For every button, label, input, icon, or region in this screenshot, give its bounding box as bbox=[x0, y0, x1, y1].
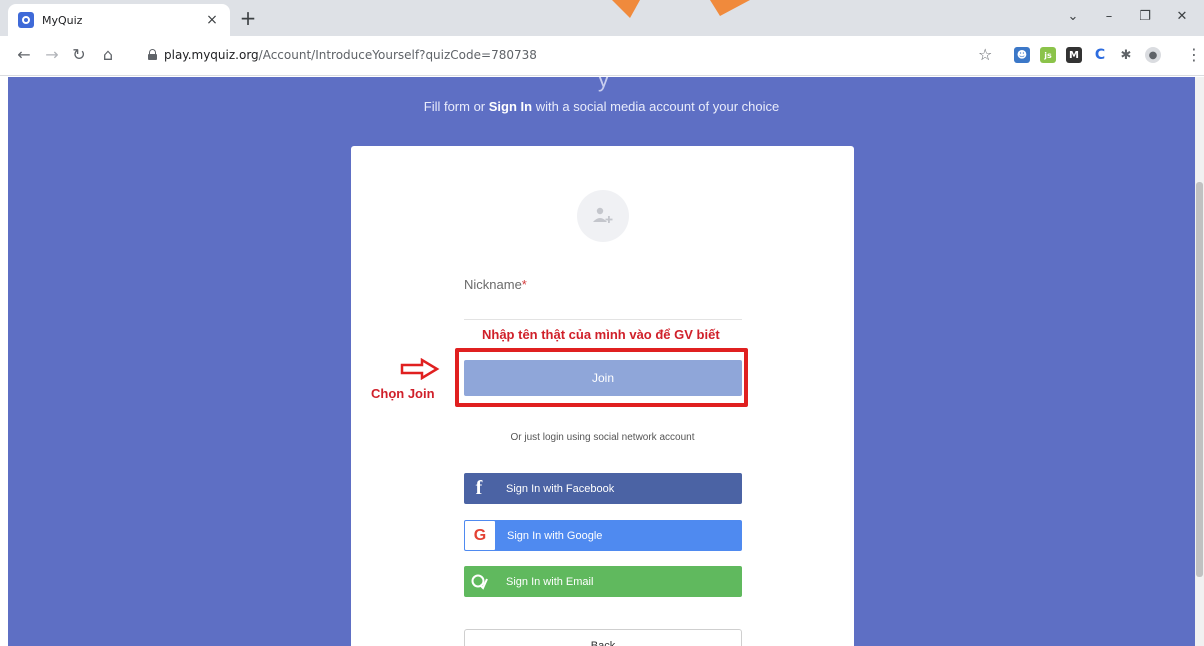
subtitle-text-end: with a social media account of your choi… bbox=[532, 99, 780, 114]
nickname-input[interactable] bbox=[464, 294, 742, 320]
required-mark: * bbox=[521, 277, 527, 292]
reload-icon[interactable]: ↻ bbox=[69, 45, 89, 64]
google-icon: G bbox=[465, 521, 495, 550]
scrollbar-thumb[interactable] bbox=[1196, 182, 1203, 577]
google-signin-button[interactable]: G Sign In with Google bbox=[464, 520, 742, 551]
url-path: /Account/IntroduceYourself?quizCode=7807… bbox=[258, 48, 537, 62]
tab-title: MyQuiz bbox=[42, 13, 83, 27]
browser-toolbar: ← → ↻ ⌂ play.myquiz.org/Account/Introduc… bbox=[0, 36, 1204, 76]
sign-in-link[interactable]: Sign In bbox=[489, 99, 532, 114]
annotation-highlight-box bbox=[455, 348, 748, 407]
url-text[interactable]: play.myquiz.org/Account/IntroduceYoursel… bbox=[164, 48, 537, 62]
minimize-button[interactable]: – bbox=[1099, 9, 1119, 24]
email-signin-label: Sign In with Email bbox=[506, 575, 594, 588]
subtitle-text: Fill form or bbox=[423, 99, 489, 114]
js-ext-icon[interactable]: js bbox=[1040, 47, 1056, 63]
bookmark-star-icon[interactable]: ☆ bbox=[978, 45, 992, 64]
add-user-icon bbox=[593, 207, 613, 223]
profile-icon[interactable]: ● bbox=[1145, 47, 1161, 63]
email-q-icon bbox=[464, 566, 494, 597]
tab-search-icon[interactable]: ⌄ bbox=[1063, 9, 1083, 24]
tab-close-icon[interactable]: × bbox=[204, 12, 220, 28]
c-ext-icon[interactable]: C bbox=[1092, 47, 1108, 63]
annotation-hint: Nhập tên thật của mình vào để GV biết bbox=[482, 327, 720, 342]
restore-button[interactable]: ❐ bbox=[1135, 9, 1155, 24]
home-icon[interactable]: ⌂ bbox=[98, 45, 118, 64]
facebook-icon: f bbox=[475, 477, 483, 499]
back-button[interactable]: Back bbox=[464, 629, 742, 646]
google-signin-label: Sign In with Google bbox=[507, 529, 603, 542]
browser-tab[interactable]: MyQuiz × bbox=[8, 4, 230, 36]
scrollbar[interactable] bbox=[1195, 77, 1204, 646]
new-tab-button[interactable]: + bbox=[236, 6, 260, 30]
url-host: play.myquiz.org bbox=[164, 48, 259, 62]
email-signin-button[interactable]: Sign In with Email bbox=[464, 566, 742, 597]
facebook-signin-label: Sign In with Facebook bbox=[506, 482, 615, 495]
m-ext-icon[interactable]: M bbox=[1066, 47, 1082, 63]
social-login-text: Or just login using social network accou… bbox=[510, 432, 695, 443]
back-icon[interactable]: ← bbox=[14, 45, 34, 64]
add-avatar-icon[interactable] bbox=[577, 190, 629, 242]
myquiz-favicon-icon bbox=[18, 12, 34, 28]
address-bar[interactable]: play.myquiz.org/Account/IntroduceYoursel… bbox=[140, 41, 1010, 71]
forward-icon[interactable]: → bbox=[42, 45, 62, 64]
menu-kebab-icon[interactable]: ⋮ bbox=[1186, 45, 1202, 64]
puzzle-ext-icon[interactable]: ✱ bbox=[1118, 47, 1134, 63]
page-subtitle: Fill form or Sign In with a social media… bbox=[8, 99, 1195, 114]
annotation-chon-join: Chọn Join bbox=[371, 386, 435, 401]
facebook-signin-button[interactable]: f Sign In with Facebook bbox=[464, 473, 742, 504]
annotation-arrow-icon bbox=[400, 358, 440, 380]
lock-icon[interactable] bbox=[148, 49, 157, 60]
cut-off-heading-fragment: y bbox=[598, 77, 609, 92]
nickname-label-text: Nickname bbox=[464, 277, 522, 292]
close-window-button[interactable]: ✕ bbox=[1172, 9, 1192, 24]
person-ext-icon[interactable]: ☻ bbox=[1014, 47, 1030, 63]
nickname-label: Nickname* bbox=[464, 277, 527, 292]
orange-decoration-icon bbox=[612, 0, 750, 18]
